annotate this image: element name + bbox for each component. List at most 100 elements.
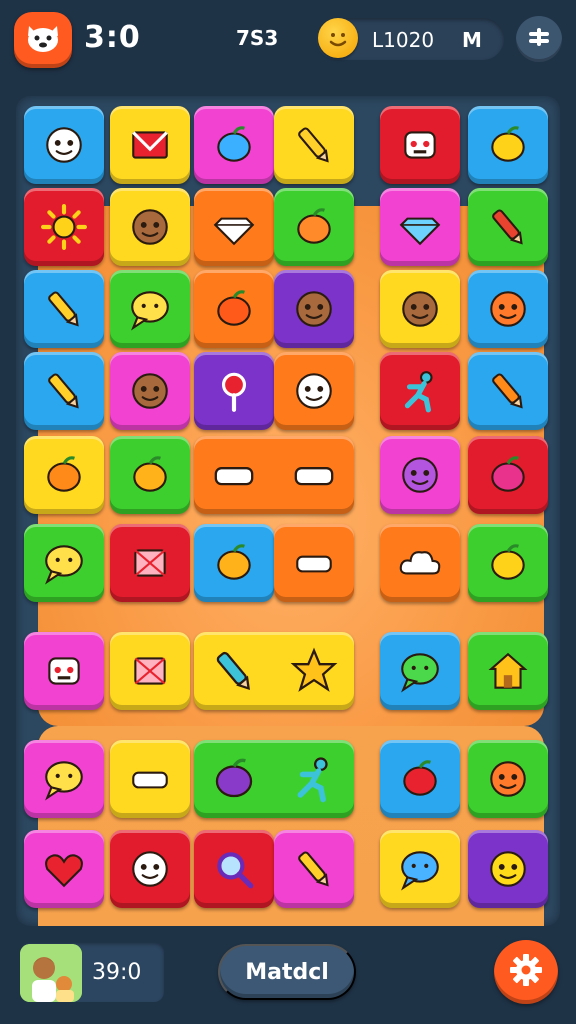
board-tile[interactable] — [274, 830, 354, 908]
runner-icon — [397, 368, 443, 414]
board-tile[interactable] — [24, 740, 104, 818]
tomato-icon — [397, 756, 443, 802]
magnifier-icon — [211, 846, 257, 892]
radish-icon — [485, 452, 531, 498]
player-avatar-icon[interactable] — [20, 944, 82, 1002]
board-tile[interactable] — [110, 436, 190, 514]
board-tile-wide[interactable] — [194, 632, 354, 710]
board-tile[interactable] — [110, 524, 190, 602]
robot-face-icon — [397, 122, 443, 168]
banana-icon — [485, 122, 531, 168]
pumpkin-face-icon — [485, 756, 531, 802]
board-tile[interactable] — [380, 740, 460, 818]
lemon-face-icon — [485, 846, 531, 892]
board-tile[interactable] — [194, 188, 274, 266]
face-icon — [127, 204, 173, 250]
board-tile[interactable] — [24, 270, 104, 348]
board-tile[interactable] — [468, 524, 548, 602]
board-tile[interactable] — [24, 188, 104, 266]
board-tile[interactable] — [468, 632, 548, 710]
board-tile-wide[interactable] — [194, 740, 354, 818]
board-tile[interactable] — [110, 106, 190, 184]
board-tile[interactable] — [274, 524, 354, 602]
home-button[interactable] — [14, 12, 72, 68]
board-tile[interactable] — [380, 632, 460, 710]
blob-face-icon — [397, 452, 443, 498]
face-icon — [291, 286, 337, 332]
ghost-icon — [127, 846, 173, 892]
heart-icon — [41, 846, 87, 892]
board-tile[interactable] — [194, 270, 274, 348]
board-tile[interactable] — [468, 106, 548, 184]
water-drop-icon — [211, 122, 257, 168]
board-tile[interactable] — [110, 632, 190, 710]
coin-value: L1020 — [372, 28, 435, 52]
board-tile-wide[interactable] — [194, 436, 354, 514]
frog-bubble-icon — [397, 648, 443, 694]
board-tile[interactable] — [24, 830, 104, 908]
player-score: 39:0 — [92, 960, 142, 985]
board-tile[interactable] — [24, 632, 104, 710]
board-tile[interactable] — [110, 352, 190, 430]
pencil-icon — [41, 286, 87, 332]
board-tile[interactable] — [380, 106, 460, 184]
board-tile[interactable] — [468, 352, 548, 430]
board-tile[interactable] — [274, 270, 354, 348]
board-tile[interactable] — [110, 188, 190, 266]
board-tile[interactable] — [380, 524, 460, 602]
bird-icon — [211, 286, 257, 332]
box-icon — [127, 648, 173, 694]
board-tile[interactable] — [24, 106, 104, 184]
pencil-icon — [291, 846, 337, 892]
menu-button[interactable] — [516, 16, 562, 62]
board-tile[interactable] — [380, 352, 460, 430]
pepper-icon — [41, 452, 87, 498]
robot-icon — [41, 648, 87, 694]
board-tile[interactable] — [468, 830, 548, 908]
menu-icon — [526, 24, 552, 54]
board-tile[interactable] — [274, 106, 354, 184]
runner-icon — [289, 754, 339, 804]
board-tile[interactable] — [274, 188, 354, 266]
score-display: 7S3 — [236, 26, 279, 50]
board-tile[interactable] — [194, 106, 274, 184]
leaf-icon — [291, 204, 337, 250]
board-tile[interactable] — [468, 270, 548, 348]
settings-button[interactable] — [494, 940, 558, 1004]
board-tile[interactable] — [468, 740, 548, 818]
board-tile[interactable] — [110, 270, 190, 348]
timer: 3:0 — [84, 20, 141, 55]
board-tile[interactable] — [380, 436, 460, 514]
board-tile[interactable] — [110, 830, 190, 908]
board-tile[interactable] — [468, 188, 548, 266]
feather-icon — [485, 204, 531, 250]
board-tile[interactable] — [194, 524, 274, 602]
envelope-icon — [127, 122, 173, 168]
board-tile[interactable] — [468, 436, 548, 514]
bottle-icon — [127, 756, 173, 802]
ghost-sack-icon — [291, 368, 337, 414]
melon-icon — [127, 452, 173, 498]
board-tile[interactable] — [380, 830, 460, 908]
eggplant-icon — [209, 754, 259, 804]
board-tile[interactable] — [110, 740, 190, 818]
orange-icon — [211, 540, 257, 586]
board-tile[interactable] — [194, 830, 274, 908]
board-tile[interactable] — [380, 188, 460, 266]
fruit-icon — [485, 540, 531, 586]
board-tile[interactable] — [274, 352, 354, 430]
wrench-icon — [289, 450, 339, 500]
smile-bubble-icon — [127, 286, 173, 332]
match-button[interactable]: Matdcl — [218, 944, 356, 1000]
gem-icon — [397, 204, 443, 250]
game-board — [16, 96, 560, 926]
crayon-icon — [41, 368, 87, 414]
arrow-icon — [209, 450, 259, 500]
board-tile[interactable] — [194, 352, 274, 430]
board-tile[interactable] — [380, 270, 460, 348]
face-icon — [127, 368, 173, 414]
board-tile[interactable] — [24, 524, 104, 602]
sun-icon — [41, 204, 87, 250]
board-tile[interactable] — [24, 352, 104, 430]
board-tile[interactable] — [24, 436, 104, 514]
